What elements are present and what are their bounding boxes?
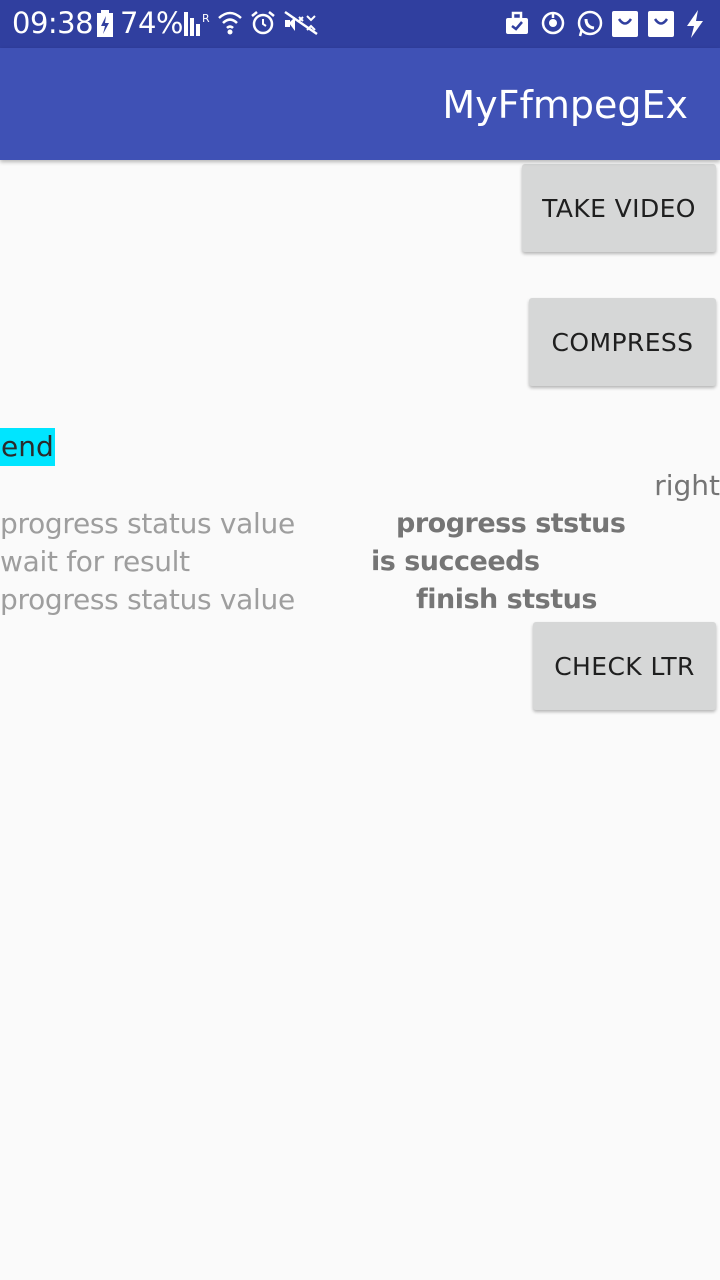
- charging-bolt-icon: [684, 10, 706, 43]
- take-video-button[interactable]: TAKE VIDEO: [522, 164, 716, 252]
- app-title: MyFfmpegEx: [442, 83, 688, 127]
- wifi-icon: [217, 10, 243, 41]
- finish-status-label: finish ststus: [416, 584, 597, 615]
- end-label: end: [0, 428, 55, 466]
- work-briefcase-icon: [504, 10, 530, 41]
- status-time: 09:38: [12, 6, 94, 40]
- whatsapp-icon: [576, 10, 604, 43]
- status-bar: 09:38 74% R: [0, 0, 720, 48]
- battery-percent: 74%: [120, 6, 183, 40]
- alarm-icon: [250, 10, 276, 41]
- notification-icon: [611, 10, 639, 43]
- is-succeeds-label: is succeeds: [371, 546, 540, 577]
- progress-status-label: progress ststus: [396, 508, 626, 539]
- battery-charging-icon: [96, 10, 114, 43]
- compress-button[interactable]: COMPRESS: [529, 298, 716, 386]
- app-bar: MyFfmpegEx: [0, 48, 720, 160]
- notification-icon: [647, 10, 675, 43]
- signal-icon: R: [184, 10, 212, 41]
- mute-icon: [283, 10, 319, 41]
- check-ltr-button[interactable]: CHECK LTR: [533, 622, 716, 710]
- progress-status-value-label: progress status value: [0, 507, 295, 540]
- wait-for-result-label: wait for result: [0, 545, 190, 578]
- right-label: right: [654, 469, 720, 502]
- sync-icon: [540, 10, 566, 41]
- svg-text:R: R: [202, 12, 210, 25]
- progress-status-value-label-2: progress status value: [0, 583, 295, 616]
